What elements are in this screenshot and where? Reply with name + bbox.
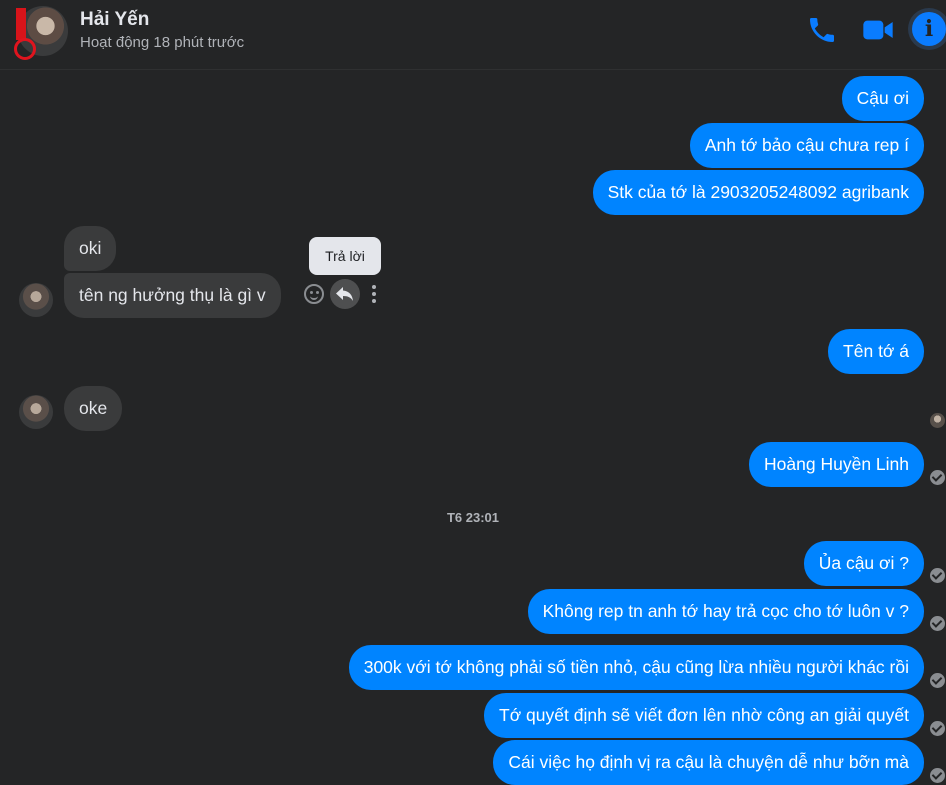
conversation-header: Hải Yến Hoạt động 18 phút trước i (0, 0, 946, 70)
active-status: Hoạt động 18 phút trước (80, 34, 245, 51)
outgoing-message[interactable]: Tên tớ á (828, 329, 924, 374)
outgoing-message[interactable]: Tớ quyết định sẽ viết đơn lên nhờ công a… (484, 693, 924, 738)
outgoing-message[interactable]: Cái việc họ định vị ra cậu là chuyện dễ … (493, 740, 924, 785)
check-circle-icon (930, 568, 945, 583)
smiley-icon[interactable] (304, 284, 324, 304)
check-circle-icon (930, 470, 945, 485)
sender-avatar[interactable] (19, 395, 53, 429)
info-icon[interactable]: i (912, 12, 946, 46)
check-circle-icon (930, 721, 945, 736)
reply-arrow-icon[interactable] (330, 279, 360, 309)
outgoing-message[interactable]: Ủa cậu ơi ? (803, 541, 924, 586)
more-vertical-icon[interactable] (372, 285, 376, 303)
incoming-message[interactable]: oki (64, 226, 117, 271)
outgoing-message[interactable]: Không rep tn anh tớ hay trả cọc cho tớ l… (527, 589, 924, 634)
video-camera-icon[interactable] (862, 14, 894, 46)
message-timestamp: T6 23:01 (446, 510, 500, 525)
outgoing-message[interactable]: Stk của tớ là 2903205248092 agribank (592, 170, 924, 215)
contact-name[interactable]: Hải Yến (80, 9, 149, 31)
incoming-message[interactable]: tên ng hưởng thụ là gì v (64, 273, 281, 318)
phone-icon[interactable] (806, 14, 838, 46)
reply-tooltip: Trả lời (309, 237, 381, 275)
red-annotation-mark (16, 8, 26, 40)
outgoing-message[interactable]: Cậu ơi (841, 76, 924, 121)
sender-avatar[interactable] (19, 283, 53, 317)
red-annotation-circle (14, 38, 36, 60)
seen-avatar (930, 413, 945, 428)
outgoing-message[interactable]: Anh tớ bảo cậu chưa rep í (689, 123, 924, 168)
incoming-message[interactable]: oke (64, 386, 123, 431)
check-circle-icon (930, 616, 945, 631)
outgoing-message[interactable]: Hoàng Huyền Linh (749, 442, 924, 487)
outgoing-message[interactable]: 300k với tớ không phải số tiền nhỏ, cậu … (348, 645, 924, 690)
check-circle-icon (930, 768, 945, 783)
check-circle-icon (930, 673, 945, 688)
